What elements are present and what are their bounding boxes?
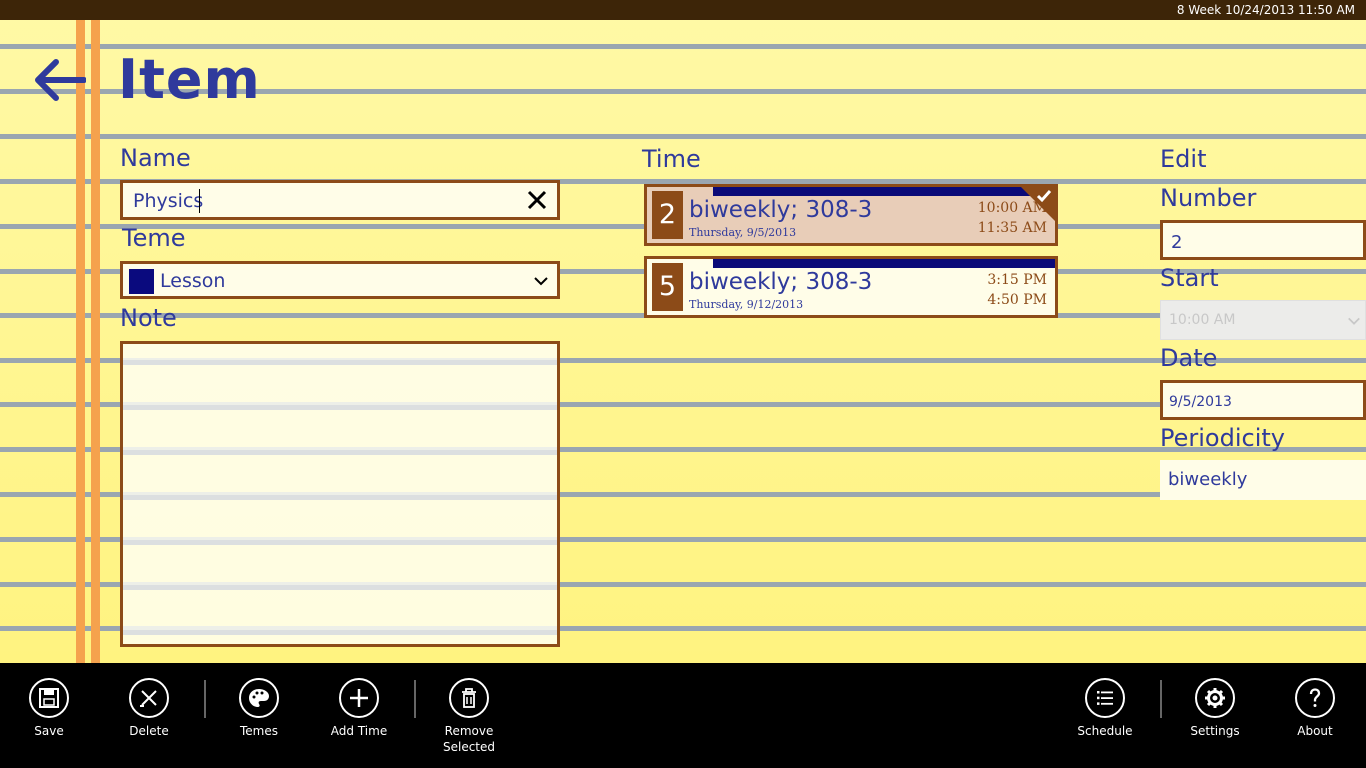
start-time-select[interactable]: 10:00 AM <box>1160 300 1366 340</box>
time-item-number: 2 <box>652 191 683 239</box>
gear-icon <box>1205 688 1225 708</box>
margin-line <box>76 20 85 663</box>
app-bar: Save Delete Temes Add Time Remove Select… <box>0 663 1366 768</box>
remove-selected-label: Remove Selected <box>442 724 496 754</box>
date-input[interactable]: 9/5/2013 <box>1160 380 1366 420</box>
save-icon <box>39 688 59 708</box>
trash-icon <box>462 688 476 708</box>
start-value: 10:00 AM <box>1169 312 1236 328</box>
date-value: 9/5/2013 <box>1169 394 1232 410</box>
theme-color-swatch <box>129 269 154 294</box>
save-button[interactable]: Save <box>0 663 99 768</box>
time-item-end: 4:50 PM <box>987 292 1047 308</box>
themes-label: Temes <box>240 724 278 738</box>
remove-selected-button[interactable]: Remove Selected <box>419 663 519 768</box>
number-input[interactable]: 2 <box>1160 220 1366 260</box>
about-button[interactable]: About <box>1265 663 1365 768</box>
card-color-band <box>713 259 1055 268</box>
number-value: 2 <box>1171 232 1183 253</box>
note-textarea[interactable] <box>120 341 560 647</box>
help-icon <box>1309 688 1321 707</box>
time-item-title: biweekly; 308-3 <box>689 197 873 223</box>
add-icon <box>350 689 368 707</box>
time-item-number: 5 <box>652 263 683 311</box>
selected-check-icon <box>1021 187 1055 221</box>
status-bar: 8 Week 10/24/2013 11:50 AM <box>0 0 1366 20</box>
time-item-start: 3:15 PM <box>987 272 1047 288</box>
date-label: Date <box>1160 344 1218 372</box>
periodicity-select[interactable]: biweekly <box>1160 460 1366 500</box>
theme-select[interactable]: Lesson <box>120 261 560 299</box>
schedule-button[interactable]: Schedule <box>1055 663 1155 768</box>
themes-button[interactable]: Temes <box>209 663 309 768</box>
name-label: Name <box>120 144 191 172</box>
margin-line <box>91 20 100 663</box>
chevron-down-icon <box>1348 317 1360 325</box>
name-value: Physics <box>133 190 204 212</box>
theme-value: Lesson <box>160 270 226 292</box>
note-label: Note <box>120 304 177 332</box>
palette-icon <box>249 689 269 707</box>
time-item-date: Thursday, 9/12/2013 <box>689 298 804 311</box>
periodicity-value: biweekly <box>1168 469 1248 490</box>
periodicity-label: Periodicity <box>1160 424 1285 452</box>
save-label: Save <box>34 724 64 738</box>
time-item-title: biweekly; 308-3 <box>689 269 873 295</box>
time-list-item[interactable]: 5 biweekly; 308-3 Thursday, 9/12/2013 3:… <box>644 256 1058 318</box>
separator <box>1160 680 1162 718</box>
clear-text-icon[interactable] <box>523 186 551 214</box>
add-time-label: Add Time <box>330 724 388 738</box>
separator <box>414 680 416 718</box>
back-arrow-icon[interactable] <box>34 58 86 102</box>
settings-button[interactable]: Settings <box>1165 663 1265 768</box>
delete-button[interactable]: Delete <box>99 663 199 768</box>
edit-label: Edit <box>1160 145 1207 173</box>
time-list-item[interactable]: 2 biweekly; 308-3 Thursday, 9/5/2013 10:… <box>644 184 1058 246</box>
card-color-band <box>713 187 1055 196</box>
status-text: 8 Week 10/24/2013 11:50 AM <box>1176 3 1355 17</box>
schedule-label: Schedule <box>1077 724 1133 738</box>
delete-label: Delete <box>129 724 169 738</box>
ruled-line <box>0 134 1366 139</box>
time-label: Time <box>642 145 701 173</box>
about-label: About <box>1297 724 1333 738</box>
time-item-date: Thursday, 9/5/2013 <box>689 226 797 239</box>
theme-label: Teme <box>122 224 186 252</box>
settings-label: Settings <box>1190 724 1240 738</box>
chevron-down-icon <box>534 277 548 286</box>
name-input[interactable]: Physics <box>120 180 560 220</box>
add-time-button[interactable]: Add Time <box>309 663 409 768</box>
list-icon <box>1097 691 1113 705</box>
time-item-end: 11:35 AM <box>977 220 1047 236</box>
page-title: Item <box>118 48 261 111</box>
separator <box>204 680 206 718</box>
number-label: Number <box>1160 184 1257 212</box>
delete-icon <box>140 690 157 707</box>
start-label: Start <box>1160 264 1219 292</box>
text-caret <box>199 189 200 213</box>
